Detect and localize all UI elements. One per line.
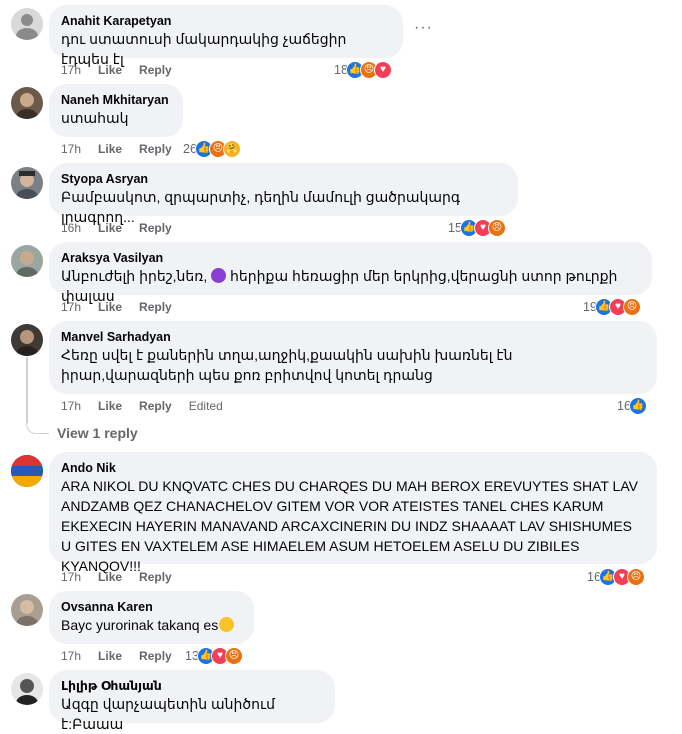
care-reaction-icon: 🤗 [222, 140, 241, 158]
angry-reaction-icon: 😠 [626, 568, 645, 586]
avatar[interactable] [11, 167, 43, 199]
comment-actions: 17h Like Reply [61, 63, 172, 77]
comment-bubble: Manvel Sarhadyan Հեռը սվել է քաներին տղա… [49, 321, 657, 394]
reaction-summary[interactable]: 13 👍 ♥ 😠 [185, 647, 243, 665]
view-replies-link[interactable]: View 1 reply [57, 425, 138, 441]
angry-reaction-icon: 😠 [487, 219, 506, 237]
like-reaction-icon: 👍 [628, 397, 647, 415]
comment-bubble: Styopa Asryan Բամբասկոտ, զրպարտիչ, դեղին… [49, 163, 518, 225]
edited-label[interactable]: Edited [189, 399, 223, 413]
comment-actions: 17h Like Reply [61, 300, 172, 314]
comment-text-part: Անբուժելի իրեշ,նեռ, [61, 268, 212, 284]
reply-button[interactable]: Reply [139, 399, 172, 413]
reaction-summary[interactable]: 18 👍 😠 ♥ [334, 61, 392, 79]
comment-bubble: Araksya Vasilyan Անբուժելի իրեշ,նեռ, հեր… [49, 242, 652, 304]
comment-author[interactable]: Manvel Sarhadyan [61, 329, 645, 345]
avatar[interactable] [11, 594, 43, 626]
comment-time[interactable]: 17h [61, 399, 81, 413]
avatar[interactable] [11, 324, 43, 356]
avatar[interactable] [11, 245, 43, 277]
like-button[interactable]: Like [98, 63, 122, 77]
comment-author[interactable]: Ovsanna Karen [61, 599, 242, 615]
reply-button[interactable]: Reply [139, 221, 172, 235]
avatar[interactable] [11, 455, 43, 487]
comment-bubble: Anahit Karapetyan դու ստատուսի մակարդակի… [49, 5, 403, 67]
angry-reaction-icon: 😠 [622, 298, 641, 316]
reply-button[interactable]: Reply [139, 300, 172, 314]
more-options-icon[interactable]: ··· [414, 19, 433, 37]
comment-time[interactable]: 17h [61, 63, 81, 77]
comment-author[interactable]: Լիլիթ Օհանյան [61, 678, 323, 694]
comment-bubble: Ando Nik ARA NIKOL DU KNQVATC CHES DU CH… [49, 452, 657, 574]
like-button[interactable]: Like [98, 570, 122, 584]
comment-time[interactable]: 17h [61, 649, 81, 663]
comment-time[interactable]: 16h [61, 221, 81, 235]
laughing-emoji-icon [219, 617, 235, 632]
comment-author[interactable]: Ando Nik [61, 460, 645, 476]
comment-time[interactable]: 17h [61, 300, 81, 314]
reply-button[interactable]: Reply [139, 570, 172, 584]
like-button[interactable]: Like [98, 399, 122, 413]
like-button[interactable]: Like [98, 649, 122, 663]
reaction-summary[interactable]: 15 👍 ♥ 😠 [448, 219, 506, 237]
avatar[interactable] [11, 673, 43, 705]
comment-text: Ազգը վարչապետին անիծում է:Բաաա [61, 696, 279, 732]
comment-bubble: Naneh Mkhitaryan ստահակ [49, 84, 183, 137]
comment-actions: 17h Like Reply [61, 570, 172, 584]
love-reaction-icon: ♥ [373, 61, 392, 79]
comment-actions: 17h Like Reply [61, 649, 172, 663]
like-button[interactable]: Like [98, 221, 122, 235]
comment-text-part: Bayc yurorinak takanq es [61, 617, 219, 633]
comment-actions: 16h Like Reply [61, 221, 172, 235]
comment-author[interactable]: Araksya Vasilyan [61, 250, 640, 266]
reply-thread-line [26, 357, 28, 423]
reaction-summary[interactable]: 26 👍 😠 🤗 [183, 140, 241, 158]
reaction-summary[interactable]: 16 👍 ♥ 😠 [587, 568, 645, 586]
comment-author[interactable]: Naneh Mkhitaryan [61, 92, 171, 108]
avatar[interactable] [11, 87, 43, 119]
comment-text: ARA NIKOL DU KNQVATC CHES DU CHARQES DU … [61, 478, 642, 574]
reply-button[interactable]: Reply [139, 142, 172, 156]
comment-author[interactable]: Anahit Karapetyan [61, 13, 391, 29]
reaction-summary[interactable]: 16 👍 [617, 397, 647, 415]
comment-text: Bayc yurorinak takanq es [61, 615, 242, 635]
comment-bubble: Ovsanna Karen Bayc yurorinak takanq es [49, 591, 254, 644]
comment-author[interactable]: Styopa Asryan [61, 171, 506, 187]
reply-thread-hook [26, 423, 49, 434]
avatar[interactable] [11, 8, 43, 40]
comment-time[interactable]: 17h [61, 570, 81, 584]
comment-bubble: Լիլիթ Օհանյան Ազգը վարչապետին անիծում է:… [49, 670, 335, 732]
comment-text: Հեռը սվել է քաներին տղա,աղջիկ,քաակին սախ… [61, 347, 517, 383]
angry-reaction-icon: 😠 [224, 647, 243, 665]
reaction-summary[interactable]: 19 👍 ♥ 😠 [583, 298, 641, 316]
like-button[interactable]: Like [98, 300, 122, 314]
reply-button[interactable]: Reply [139, 649, 172, 663]
reply-button[interactable]: Reply [139, 63, 172, 77]
comment-time[interactable]: 17h [61, 142, 81, 156]
comment-actions: 17h Like Reply Edited [61, 399, 223, 413]
like-button[interactable]: Like [98, 142, 122, 156]
comment-actions: 17h Like Reply [61, 142, 172, 156]
comment-text: ստահակ [61, 110, 129, 126]
devil-emoji-icon [211, 268, 227, 283]
